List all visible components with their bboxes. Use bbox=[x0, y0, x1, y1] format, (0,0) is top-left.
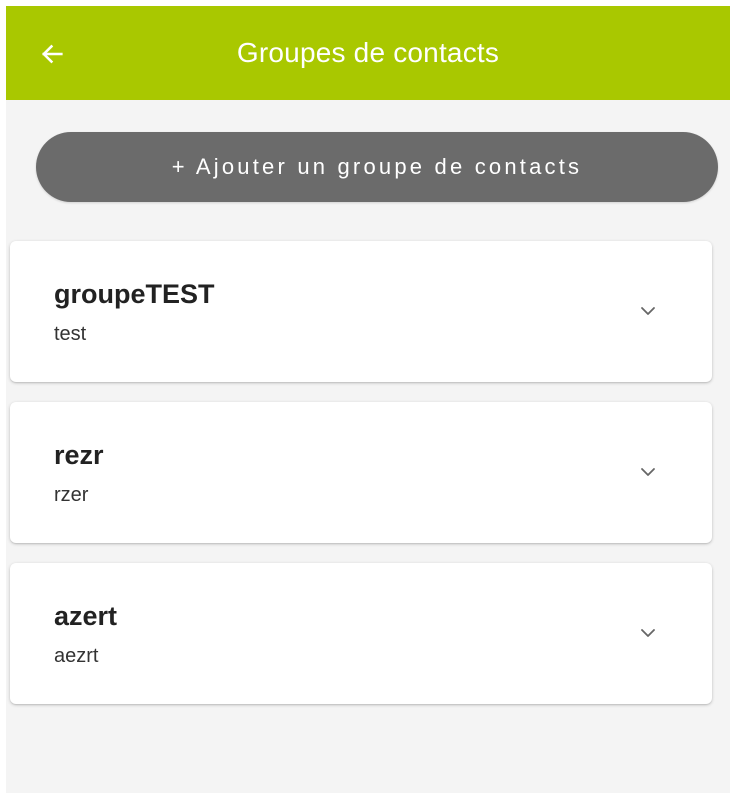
contact-group-card[interactable]: rezr rzer bbox=[10, 402, 712, 543]
group-description: rzer bbox=[54, 484, 89, 506]
back-button[interactable] bbox=[28, 30, 76, 78]
expand-group-button[interactable] bbox=[636, 621, 660, 645]
contact-group-card[interactable]: azert aezrt bbox=[10, 563, 712, 704]
expand-group-button[interactable] bbox=[636, 299, 660, 323]
group-name: groupeTEST bbox=[54, 279, 215, 309]
chevron-down-icon bbox=[641, 629, 655, 637]
contact-group-list: groupeTEST test rezr rzer azert aezrt bbox=[10, 241, 712, 724]
contact-group-card[interactable]: groupeTEST test bbox=[10, 241, 712, 382]
contact-groups-screen: Groupes de contacts + Ajouter un groupe … bbox=[6, 6, 730, 793]
group-name: azert bbox=[54, 601, 118, 631]
chevron-down-icon bbox=[641, 468, 655, 476]
chevron-down-icon bbox=[641, 307, 655, 315]
group-description: test bbox=[54, 323, 87, 345]
app-bar: Groupes de contacts bbox=[6, 6, 730, 100]
expand-group-button[interactable] bbox=[636, 460, 660, 484]
arrow-left-icon bbox=[42, 44, 63, 64]
add-contact-group-button[interactable]: + Ajouter un groupe de contacts bbox=[36, 132, 718, 202]
group-name: rezr bbox=[54, 440, 104, 470]
group-description: aezrt bbox=[54, 645, 99, 667]
page-title: Groupes de contacts bbox=[236, 37, 500, 68]
